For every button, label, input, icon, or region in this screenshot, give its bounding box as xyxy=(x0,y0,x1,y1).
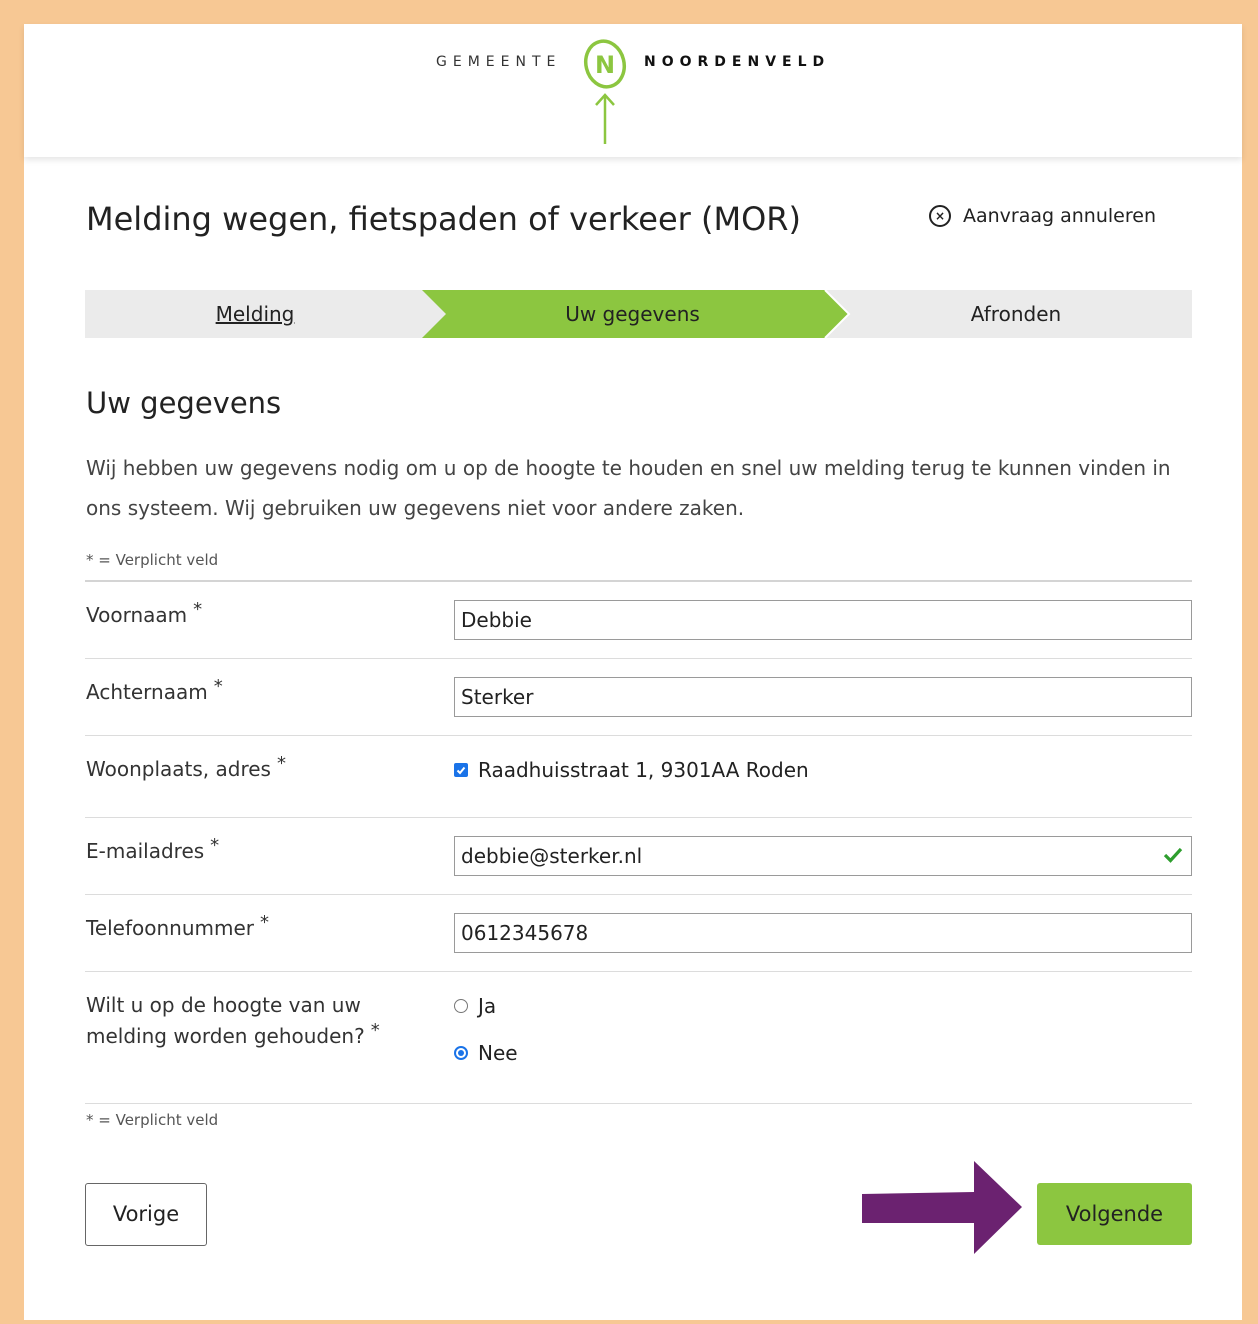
address-option[interactable]: Raadhuisstraat 1, 9301AA Roden xyxy=(454,758,809,782)
site-header: GEMEENTE N NOORDENVELD xyxy=(24,24,1242,157)
email-input[interactable]: debbie@sterker.nl xyxy=(454,836,1192,876)
radio-ja-label: Ja xyxy=(478,994,497,1018)
required-star: * xyxy=(370,1020,380,1041)
phone-input[interactable]: 0612345678 xyxy=(454,913,1192,953)
annotation-arrow-icon xyxy=(862,1161,1022,1254)
address-label: Woonplaats, adres * xyxy=(86,753,286,786)
close-circle-icon: × xyxy=(929,205,951,227)
phone-value: 0612345678 xyxy=(461,921,589,945)
email-label: E-mailadres * xyxy=(86,835,220,868)
divider xyxy=(85,817,1192,818)
section-title: Uw gegevens xyxy=(86,386,282,420)
divider xyxy=(85,580,1192,582)
divider xyxy=(85,735,1192,736)
email-value: debbie@sterker.nl xyxy=(461,844,643,868)
address-checkbox[interactable] xyxy=(454,763,468,777)
page-frame: GEMEENTE N NOORDENVELD Melding wegen, fi… xyxy=(24,24,1242,1320)
last-name-input[interactable]: Sterker xyxy=(454,677,1192,717)
logo-text-noordenveld: NOORDENVELD xyxy=(644,54,831,70)
phone-label: Telefoonnummer * xyxy=(86,912,270,945)
intro-text: Wij hebben uw gegevens nodig om u op de … xyxy=(86,456,1171,520)
first-name-label-text: Voornaam xyxy=(86,603,188,627)
phone-label-text: Telefoonnummer xyxy=(86,916,255,940)
address-label-text: Woonplaats, adres xyxy=(86,757,271,781)
divider xyxy=(85,1103,1192,1104)
previous-button[interactable]: Vorige xyxy=(85,1183,207,1246)
step-afronden: Afronden xyxy=(970,302,1062,326)
first-name-label: Voornaam * xyxy=(86,599,203,632)
email-label-text: E-mailadres xyxy=(86,839,205,863)
next-button[interactable]: Volgende xyxy=(1037,1183,1192,1245)
checkmark-icon xyxy=(456,766,466,775)
logo-letter: N xyxy=(595,51,615,79)
last-name-label-text: Achternaam xyxy=(86,680,208,704)
valid-check-icon xyxy=(1163,847,1183,863)
noordenveld-logo-icon: N xyxy=(583,39,627,144)
step-uw-gegevens: Uw gegevens xyxy=(565,302,700,326)
radio-nee-label: Nee xyxy=(478,1041,518,1065)
cancel-request-label: Aanvraag annuleren xyxy=(963,205,1156,227)
cancel-request-link[interactable]: × Aanvraag annuleren xyxy=(929,205,1156,227)
required-star: * xyxy=(276,753,286,774)
last-name-value: Sterker xyxy=(461,685,534,709)
radio-nee[interactable] xyxy=(454,1046,468,1060)
radio-option-nee[interactable]: Nee xyxy=(454,1041,518,1065)
last-name-label: Achternaam * xyxy=(86,676,223,709)
address-value: Raadhuisstraat 1, 9301AA Roden xyxy=(478,758,809,782)
logo-text-gemeente: GEMEENTE xyxy=(436,54,562,70)
radio-ja[interactable] xyxy=(454,999,468,1013)
divider xyxy=(85,658,1192,659)
required-star: * xyxy=(213,676,223,697)
first-name-input[interactable]: Debbie xyxy=(454,600,1192,640)
required-star: * xyxy=(193,599,203,620)
step-melding[interactable]: Melding xyxy=(85,290,425,338)
progress-steps: Melding Uw gegevens Afronden xyxy=(85,290,1192,338)
required-star: * xyxy=(260,912,270,933)
keep-informed-label-line2: melding worden gehouden? xyxy=(86,1024,365,1048)
divider xyxy=(85,971,1192,972)
required-note-bottom: * = Verplicht veld xyxy=(86,1111,219,1129)
divider xyxy=(85,894,1192,895)
required-star: * xyxy=(210,835,220,856)
keep-informed-label: Wilt u op de hoogte van uw melding worde… xyxy=(86,990,380,1053)
keep-informed-label-line1: Wilt u op de hoogte van uw xyxy=(86,993,361,1017)
radio-option-ja[interactable]: Ja xyxy=(454,994,496,1018)
page-title: Melding wegen, fietspaden of verkeer (MO… xyxy=(86,200,801,238)
required-note-top: * = Verplicht veld xyxy=(86,551,219,569)
first-name-value: Debbie xyxy=(461,608,532,632)
